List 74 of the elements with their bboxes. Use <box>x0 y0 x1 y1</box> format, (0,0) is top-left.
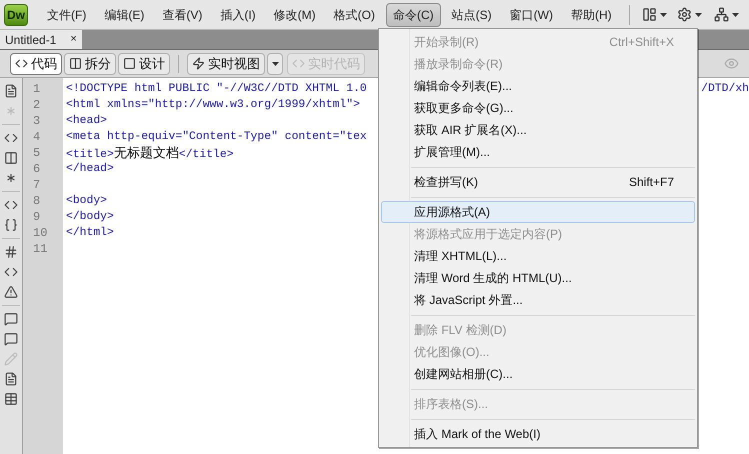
menu-option[interactable]: 应用源格式(A) <box>381 201 695 223</box>
close-button[interactable]: × <box>70 31 77 48</box>
line-number: 2 <box>32 97 42 113</box>
line-number: 3 <box>32 113 42 129</box>
live-view-button[interactable]: 实时视图 <box>187 52 265 74</box>
menu-option[interactable]: 检查拼写(K) Shift+F7 <box>381 171 695 193</box>
menu-option[interactable]: 将 JavaScript 外置... <box>381 289 695 311</box>
code-line: </body> <box>66 210 114 225</box>
coding-tool-icon[interactable] <box>4 285 18 299</box>
coding-tool-icon[interactable] <box>4 392 18 406</box>
line-number: 5 <box>32 145 42 161</box>
code-line: <meta http-equiv="Content-Type" content="tex <box>66 130 367 145</box>
menu-item[interactable]: 编辑(E) <box>97 2 152 26</box>
code-line: <html xmlns="http://www.w3.org/1999/xhtml"> <box>66 98 360 113</box>
code-icon <box>292 57 305 70</box>
line-number: 7 <box>32 177 42 193</box>
code-line: <body> <box>66 194 108 209</box>
line-number: 6 <box>32 161 42 177</box>
line-number: 9 <box>32 209 42 225</box>
caret-icon <box>694 12 702 16</box>
coding-tool-icon[interactable] <box>4 372 18 386</box>
view-button[interactable]: 拆分 <box>64 52 116 74</box>
tab-label: Untitled-1 <box>5 32 56 48</box>
coding-tool-icon[interactable] <box>4 265 18 279</box>
menu-item[interactable]: 窗口(W) <box>502 2 560 26</box>
view-icon <box>69 57 82 70</box>
menu-item[interactable]: 查看(V) <box>155 2 210 26</box>
hierarchy-icon <box>714 7 729 22</box>
coding-tool-icon[interactable] <box>4 198 18 212</box>
coding-tool-icon[interactable] <box>4 332 18 346</box>
code-line: </html> <box>66 226 114 241</box>
code-line: </head> <box>66 162 114 177</box>
view-icon <box>123 57 136 70</box>
menu-item[interactable]: 插入(I) <box>213 2 263 26</box>
lightning-icon <box>192 57 205 70</box>
caret-icon <box>660 12 667 16</box>
menu-option[interactable]: 清理 Word 生成的 HTML(U)... <box>381 267 695 289</box>
code-line: <head> <box>66 114 108 129</box>
menu-option[interactable]: 获取 AIR 扩展名(X)... <box>381 119 695 141</box>
menu-item[interactable]: 修改(M) <box>266 2 323 26</box>
view-button[interactable]: 设计 <box>118 52 170 74</box>
menu-item[interactable]: 帮助(H) <box>564 2 619 26</box>
line-number: 1 <box>32 81 42 97</box>
caret-icon <box>732 12 739 16</box>
coding-tool-icon[interactable] <box>4 245 18 259</box>
menu-option[interactable]: 扩展管理(M)... <box>381 141 695 163</box>
app-logo: Dw <box>4 4 28 26</box>
document-tab[interactable]: Untitled-1 × <box>0 30 82 49</box>
caret-icon <box>272 62 278 66</box>
coding-tool-icon[interactable] <box>4 151 18 165</box>
coding-tool-icon[interactable] <box>4 312 18 326</box>
menu-option[interactable]: 获取更多命令(G)... <box>381 97 695 119</box>
code-line: /DTD/xh <box>701 82 749 97</box>
menu-item[interactable]: 格式(O) <box>326 2 382 26</box>
menu-item[interactable]: 文件(F) <box>40 2 94 26</box>
view-button[interactable]: 代码 <box>10 52 62 74</box>
settings-icon <box>676 7 692 22</box>
menu-option[interactable]: 插入 Mark of the Web(I) <box>381 423 695 445</box>
live-view-dropdown[interactable] <box>267 52 283 74</box>
line-number: 8 <box>32 193 42 209</box>
code-line: <!DOCTYPE html PUBLIC "-//W3C//DTD XHTML 1.0 <box>66 82 367 97</box>
menu-item[interactable]: 命令(C) <box>386 2 441 26</box>
menu-item[interactable]: 站点(S) <box>444 2 499 26</box>
coding-tool-icon[interactable] <box>4 84 18 98</box>
line-number: 11 <box>32 241 48 257</box>
view-icon <box>15 57 28 70</box>
coding-tool-icon[interactable] <box>4 131 18 145</box>
menu-option[interactable]: 清理 XHTML(L)... <box>381 245 695 267</box>
layout-icon <box>642 7 657 22</box>
menu-option[interactable]: 编辑命令列表(E)... <box>381 75 695 97</box>
coding-tool-icon[interactable] <box>4 218 18 232</box>
menu-option[interactable]: 创建网站相册(C)... <box>381 363 695 385</box>
line-number: 10 <box>32 225 48 241</box>
line-number: 4 <box>32 129 42 145</box>
